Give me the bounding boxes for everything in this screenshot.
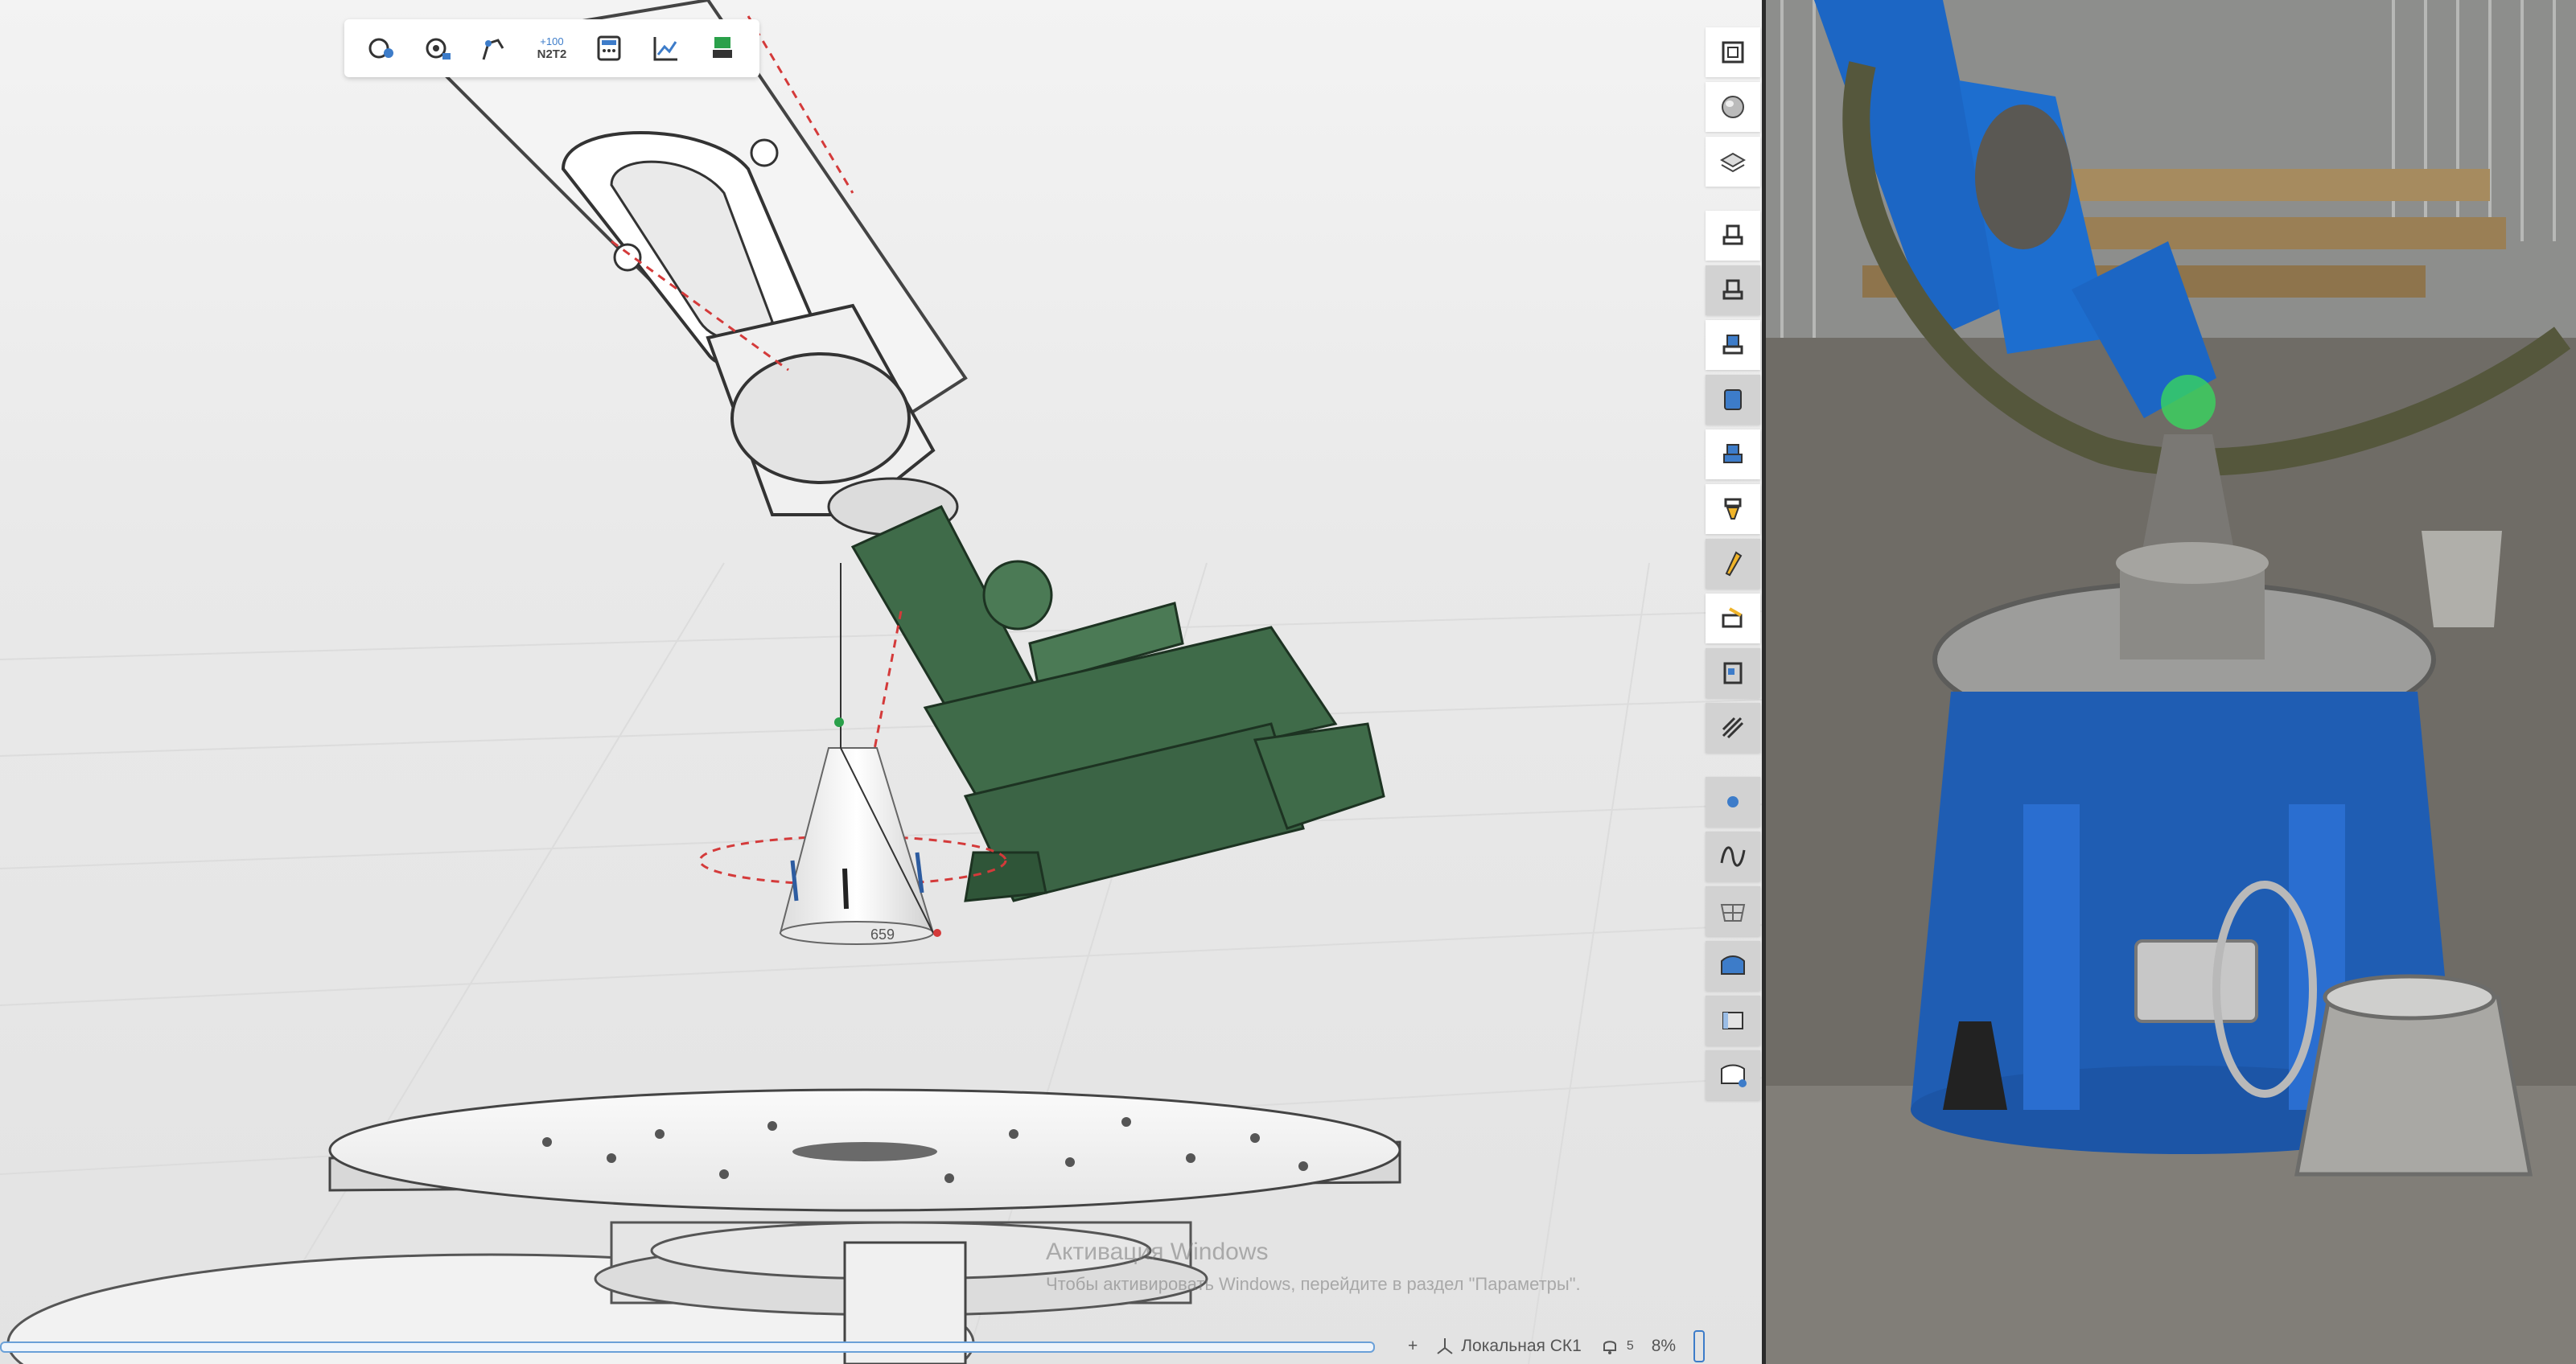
layer-icon bbox=[713, 37, 733, 58]
watermark-subtitle: Чтобы активировать Windows, перейдите в … bbox=[1046, 1274, 1581, 1294]
measure-button[interactable] bbox=[1706, 648, 1760, 698]
tool-head-icon-4 bbox=[1723, 444, 1743, 463]
right-toolbar bbox=[1706, 27, 1760, 1105]
robot-photo-image bbox=[1766, 0, 2576, 1364]
surface-2-icon bbox=[1722, 1012, 1743, 1029]
tool-settings-icon bbox=[426, 38, 451, 60]
n2t2-icon: +100 N2T2 bbox=[537, 35, 567, 61]
layer-button[interactable] bbox=[700, 26, 745, 71]
dot-button[interactable] bbox=[1706, 777, 1760, 827]
pen-icon bbox=[1725, 551, 1743, 577]
surface-3-icon bbox=[1721, 1064, 1747, 1087]
add-button[interactable]: + bbox=[1408, 1337, 1418, 1356]
calculator-icon bbox=[597, 35, 621, 61]
square-blue-icon bbox=[1724, 389, 1742, 410]
zoom-level: 8% bbox=[1651, 1337, 1677, 1355]
surface-2-button[interactable] bbox=[1706, 996, 1760, 1046]
scroll-handle[interactable] bbox=[1693, 1330, 1706, 1362]
measure-icon bbox=[1723, 662, 1743, 684]
3d-scene[interactable]: 659 bbox=[0, 0, 1766, 1364]
wave-icon bbox=[1720, 846, 1746, 867]
tool-add-button[interactable] bbox=[358, 26, 403, 71]
hatch-button[interactable] bbox=[1706, 703, 1760, 753]
status-right: + Локальная СК1 5 8% bbox=[1408, 1330, 1706, 1362]
robot-arm-model[interactable] bbox=[414, 0, 1385, 902]
tool-head-icon-5 bbox=[1724, 498, 1742, 520]
tool-settings-button[interactable] bbox=[415, 26, 460, 71]
tool-add-icon bbox=[368, 38, 394, 59]
tool-head-icon-1 bbox=[1722, 224, 1743, 245]
n2t2-button[interactable]: +100 N2T2 bbox=[529, 26, 574, 71]
hatch-icon bbox=[1722, 717, 1744, 739]
tool-head-button-2[interactable] bbox=[1706, 265, 1760, 315]
axis-icon bbox=[1437, 1338, 1453, 1354]
coordinate-system-label: Локальная СК1 bbox=[1461, 1337, 1582, 1355]
status-bar: + Локальная СК1 5 8% bbox=[0, 1324, 1766, 1364]
rotary-table-model[interactable] bbox=[6, 1088, 1401, 1364]
wave-button[interactable] bbox=[1706, 832, 1760, 881]
sphere-view-button[interactable] bbox=[1706, 82, 1760, 132]
grid-surface-button[interactable] bbox=[1706, 886, 1760, 936]
fit-view-button[interactable] bbox=[1706, 27, 1760, 77]
notifications-count: 5 bbox=[1626, 1339, 1634, 1353]
layers-view-button[interactable] bbox=[1706, 137, 1760, 187]
bell-icon bbox=[1603, 1341, 1616, 1354]
tool-head-icon-3 bbox=[1722, 335, 1743, 355]
robot-axis-button[interactable] bbox=[472, 26, 517, 71]
workshop-photo bbox=[1766, 0, 2576, 1364]
surface-button[interactable] bbox=[1706, 941, 1760, 991]
tool-head-icon-2 bbox=[1722, 279, 1743, 300]
part-label: 659 bbox=[870, 926, 895, 943]
square-blue-button[interactable] bbox=[1706, 375, 1760, 425]
windows-activation-watermark: Активация Windows Чтобы активировать Win… bbox=[1046, 1239, 1581, 1295]
tool-head-button-3[interactable] bbox=[1706, 320, 1760, 370]
progress-bar bbox=[0, 1341, 1375, 1353]
pen-button[interactable] bbox=[1706, 539, 1760, 589]
surface-3-button[interactable] bbox=[1706, 1050, 1760, 1100]
grid-surface-icon bbox=[1720, 904, 1746, 922]
watermark-title: Активация Windows bbox=[1046, 1239, 1269, 1265]
dot-icon bbox=[1727, 796, 1739, 807]
tool-head-button-5[interactable] bbox=[1706, 484, 1760, 534]
graph-icon bbox=[653, 37, 677, 61]
layers-view-icon bbox=[1719, 152, 1747, 173]
notifications-button[interactable]: 5 bbox=[1599, 1336, 1634, 1357]
eraser-icon bbox=[1722, 607, 1743, 628]
calculator-button[interactable] bbox=[586, 26, 632, 71]
sphere-view-icon bbox=[1722, 96, 1744, 118]
top-toolbar: +100 N2T2 bbox=[344, 19, 759, 77]
surface-icon bbox=[1721, 955, 1745, 975]
eraser-button[interactable] bbox=[1706, 594, 1760, 643]
coordinate-system-selector[interactable]: Локальная СК1 bbox=[1435, 1337, 1582, 1356]
fit-view-icon bbox=[1722, 41, 1744, 64]
tool-head-button-1[interactable] bbox=[1706, 211, 1760, 261]
robot-axis-icon bbox=[482, 39, 504, 60]
tool-head-button-4[interactable] bbox=[1706, 429, 1760, 479]
cad-viewport[interactable]: 659 +100 N2T2 Активация Windows Чтобы ак… bbox=[0, 0, 1766, 1364]
graph-button[interactable] bbox=[644, 26, 689, 71]
